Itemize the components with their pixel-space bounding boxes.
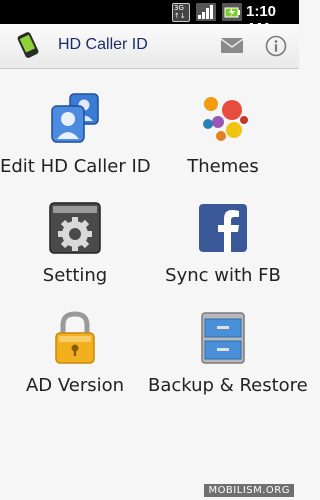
cabinet-icon — [201, 312, 245, 364]
phone-app-icon — [17, 32, 39, 58]
facebook-icon — [199, 204, 247, 252]
menu-item-themes[interactable]: Themes — [148, 92, 298, 202]
network-activity-label: ↑↓ — [174, 12, 186, 20]
mail-icon[interactable] — [220, 36, 244, 56]
signal-strength-icon — [196, 3, 216, 21]
menu-item-label: Backup & Restore — [148, 375, 308, 396]
menu-item-sync-with-fb[interactable]: Sync with FB — [148, 201, 298, 311]
lock-icon — [55, 311, 95, 364]
contacts-icon — [51, 93, 99, 143]
menu-item-setting[interactable]: Setting — [0, 201, 150, 311]
menu-item-ad-version[interactable]: AD Version — [0, 311, 150, 421]
menu-item-label: Themes — [187, 156, 259, 177]
watermark: MOBILISM.ORG — [204, 484, 294, 497]
app-title: HD Caller ID — [58, 36, 148, 53]
status-bar: 3G ↑↓ 1:10 AM — [0, 0, 299, 37]
clock-time: 1:10 — [246, 3, 277, 20]
menu-item-label: Setting — [42, 265, 108, 286]
menu-item-edit-hd-caller-id[interactable]: Edit HD Caller ID — [0, 92, 151, 202]
themes-paint-icon — [203, 97, 248, 141]
info-icon[interactable] — [265, 35, 287, 57]
battery-charging-icon — [222, 3, 242, 21]
network-type-label: 3G — [174, 4, 184, 12]
title-bar: HD Caller ID — [0, 24, 299, 69]
gear-icon — [49, 202, 101, 254]
network-3g-icon: 3G ↑↓ — [172, 3, 190, 22]
menu-item-label: AD Version — [25, 375, 125, 396]
menu-item-label: Sync with FB — [165, 265, 281, 286]
menu-item-backup-restore[interactable]: Backup & Restore — [148, 311, 308, 421]
menu-item-label: Edit HD Caller ID — [0, 156, 151, 177]
